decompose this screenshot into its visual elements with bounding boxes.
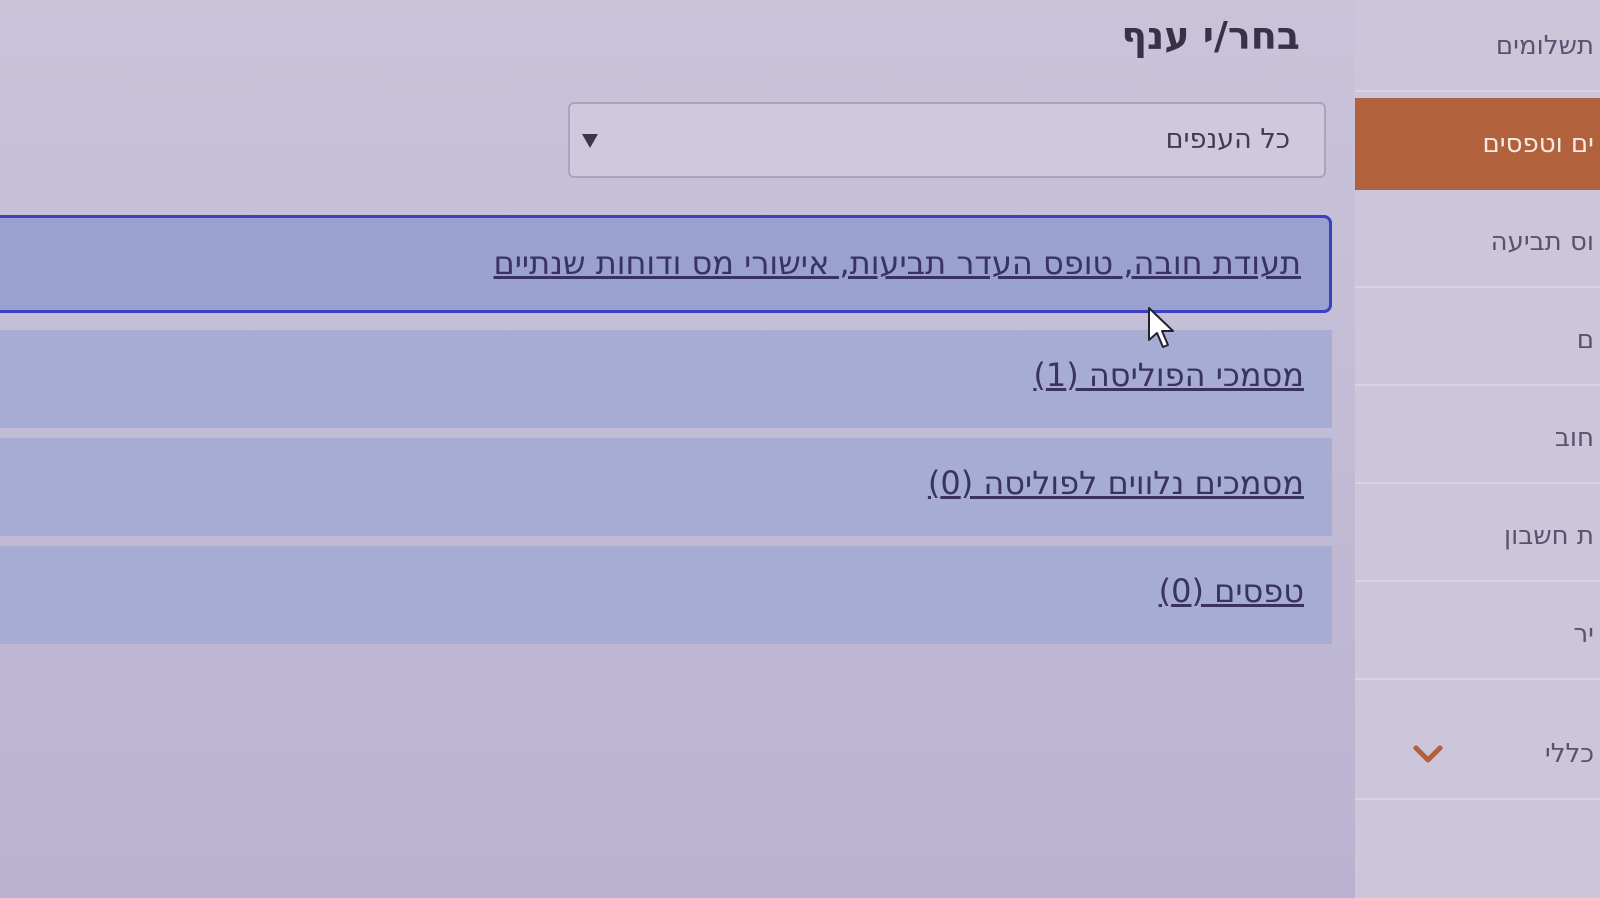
doc-row-forms[interactable]: טפסים (0) [0,546,1332,644]
doc-row-certificates[interactable]: תעודת חובה, טופס העדר תביעות, אישורי מס … [0,215,1332,313]
sidebar-item-label: ת חשבון [1504,521,1594,551]
doc-row-related-docs[interactable]: מסמכים נלווים לפוליסה (0) [0,438,1332,536]
sidebar-item-label: תשלומים [1495,31,1594,61]
sidebar-item-label: כללי [1544,739,1594,769]
sidebar: תשלומים ים וטפסים וס תביעה ם חוב ת חשבון… [1355,0,1600,898]
sidebar-item-debt[interactable]: חוב [1355,392,1600,484]
screen: בחר/י ענף כל הענפים תעודת חובה, טופס העד… [0,0,1600,898]
mouse-pointer-icon [1148,307,1174,348]
doc-link-related-docs[interactable]: מסמכים נלווים לפוליסה (0) [928,464,1304,502]
sidebar-item-account[interactable]: ת חשבון [1355,490,1600,582]
doc-link-forms[interactable]: טפסים (0) [1159,572,1304,610]
sidebar-item-7[interactable]: יר [1355,588,1600,680]
sidebar-item-label: יר [1573,619,1595,649]
doc-link-policy-docs[interactable]: מסמכי הפוליסה (1) [1033,356,1304,394]
sidebar-item-label: חוב [1554,423,1594,453]
chevron-down-icon [1410,708,1446,798]
sidebar-item-documents-forms[interactable]: ים וטפסים [1355,98,1600,190]
sidebar-item-label: ים וטפסים [1482,129,1594,159]
sidebar-item-4[interactable]: ם [1355,294,1600,386]
sidebar-item-label: ם [1576,325,1594,355]
branch-select-value: כל הענפים [1165,124,1290,155]
sidebar-item-general[interactable]: כללי [1355,708,1600,800]
doc-link-certificates[interactable]: תעודת חובה, טופס העדר תביעות, אישורי מס … [494,244,1301,282]
sidebar-item-claim-form[interactable]: וס תביעה [1355,196,1600,288]
sidebar-item-payments[interactable]: תשלומים [1355,0,1600,92]
triangle-down-icon [582,134,598,148]
branch-select[interactable]: כל הענפים [568,102,1326,178]
sidebar-item-label: וס תביעה [1490,227,1594,257]
branch-title: בחר/י ענף [1121,14,1300,58]
main-panel: בחר/י ענף כל הענפים תעודת חובה, טופס העד… [0,0,1355,898]
doc-row-policy-docs[interactable]: מסמכי הפוליסה (1) [0,330,1332,428]
